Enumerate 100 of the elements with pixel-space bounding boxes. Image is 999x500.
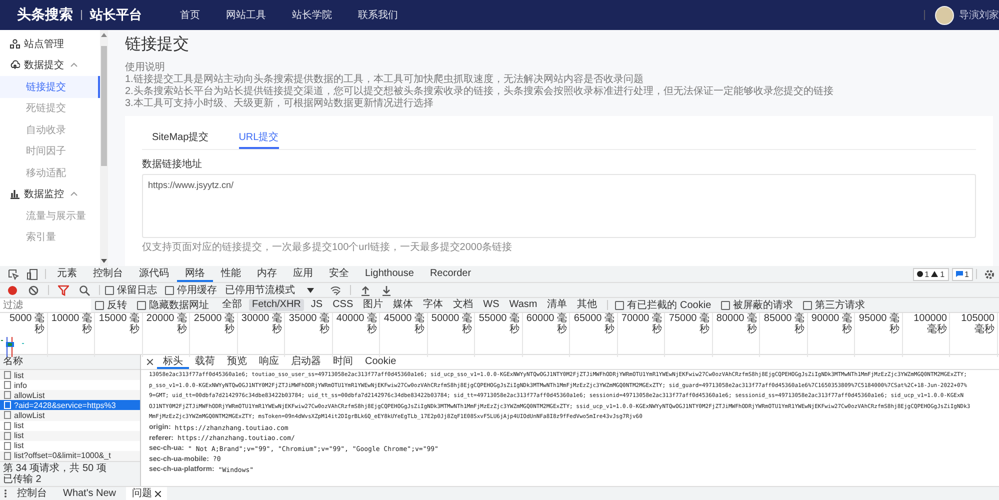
- panel-tab[interactable]: 安全: [321, 266, 357, 282]
- detail-tab[interactable]: 启动器: [285, 355, 327, 369]
- panel-tab[interactable]: 性能: [213, 266, 249, 282]
- type-filter[interactable]: Fetch/XHR: [249, 299, 304, 311]
- user-name[interactable]: 导演刘家: [959, 8, 999, 22]
- drawer-tab[interactable]: What's New: [57, 487, 122, 500]
- throttle-dropdown[interactable]: 已停用节流模式: [225, 283, 295, 297]
- help-line: 1.链接提交工具是网站主动向头条搜索提供数据的工具，本工具可加快爬虫抓取速度，无法解决网站内容是否收录问题: [125, 74, 644, 86]
- sidebar-group[interactable]: 数据提交: [0, 54, 100, 76]
- detail-tab[interactable]: Cookie: [359, 355, 402, 369]
- download-icon[interactable]: [381, 284, 392, 296]
- scroll-down-icon[interactable]: [101, 258, 107, 264]
- caret-icon[interactable]: [307, 288, 314, 292]
- bar-chart-icon: [10, 189, 20, 200]
- upload-icon[interactable]: [360, 284, 371, 296]
- panel-tab[interactable]: 控制台: [85, 266, 131, 282]
- request-row[interactable]: list: [0, 370, 140, 380]
- issues-badge[interactable]: 1 1: [912, 268, 949, 280]
- request-row[interactable]: list: [0, 440, 140, 451]
- record-button[interactable]: [7, 284, 18, 296]
- checkbox[interactable]: [105, 286, 114, 294]
- inspect-icon[interactable]: [8, 268, 19, 280]
- type-filter[interactable]: 其他: [574, 299, 600, 311]
- device-icon[interactable]: [27, 268, 38, 280]
- detail-tab[interactable]: 时间: [327, 355, 359, 369]
- drawer-tab[interactable]: 控制台: [11, 487, 53, 500]
- warning-count: 1: [940, 270, 945, 278]
- type-filter[interactable]: JS: [308, 299, 326, 311]
- help-title: 使用说明: [125, 62, 166, 74]
- request-row[interactable]: allowList: [0, 390, 140, 400]
- panel-tab[interactable]: 应用: [285, 266, 321, 282]
- time-tick: 90000 毫秒: [808, 313, 855, 357]
- time-tick: 65000 毫秒: [570, 313, 618, 357]
- type-filter[interactable]: 图片: [360, 299, 386, 311]
- type-filter[interactable]: WS: [480, 299, 502, 311]
- option-label: 反转: [107, 299, 127, 312]
- filter-input[interactable]: 过滤: [0, 298, 91, 312]
- column-header: 名称: [0, 355, 140, 370]
- nav-link[interactable]: 首页: [180, 8, 200, 22]
- request-row[interactable]: allowList: [0, 410, 140, 421]
- checkbox[interactable]: [615, 300, 624, 310]
- detail-tab[interactable]: 标头: [157, 355, 189, 369]
- type-filter[interactable]: 全部: [219, 299, 245, 311]
- search-icon[interactable]: [79, 284, 90, 296]
- nav-link[interactable]: 联系我们: [358, 8, 398, 22]
- checkbox[interactable]: [803, 300, 812, 310]
- type-filter[interactable]: 媒体: [390, 299, 416, 311]
- checkbox[interactable]: [137, 300, 146, 310]
- checkbox[interactable]: [721, 300, 730, 310]
- checkbox[interactable]: [95, 300, 104, 310]
- scroll-up-icon[interactable]: [101, 32, 107, 38]
- wifi-settings-icon[interactable]: [330, 284, 341, 296]
- type-filter[interactable]: Wasm: [506, 299, 540, 311]
- time-tick: 55000 毫秒: [475, 313, 522, 357]
- detail-tab[interactable]: 响应: [253, 355, 285, 369]
- panel-tab[interactable]: Recorder: [422, 266, 480, 282]
- panel-tab[interactable]: 内存: [249, 266, 285, 282]
- drawer-tab[interactable]: 问题: [126, 487, 168, 500]
- settings-icon[interactable]: [984, 268, 995, 280]
- request-row[interactable]: ?aid=2428&service=https%3: [0, 400, 140, 410]
- option-label: 保留日志: [117, 284, 157, 297]
- detail-tab[interactable]: 载荷: [189, 355, 221, 369]
- sidebar-item[interactable]: 链接提交: [0, 76, 100, 98]
- panel-tab[interactable]: 网络: [177, 266, 213, 282]
- filter-icon[interactable]: [58, 284, 69, 296]
- option-label: 有已拦截的 Cookie: [627, 298, 712, 312]
- sidebar-group[interactable]: 数据监控: [0, 184, 100, 205]
- detail-tab[interactable]: 预览: [221, 355, 253, 369]
- nav-link[interactable]: 网站工具: [226, 8, 266, 22]
- logo-text: 头条搜索: [17, 6, 73, 24]
- tab[interactable]: URL提交: [238, 126, 279, 149]
- request-row[interactable]: list?offset=0&limit=1000&_t: [0, 450, 140, 461]
- status-text: 第 34 项请求，共 50 项: [3, 463, 106, 474]
- type-filter[interactable]: 文档: [450, 299, 476, 311]
- error-icon: [916, 271, 923, 277]
- cloud-upload-icon: [10, 60, 20, 70]
- page-title: 链接提交: [125, 34, 190, 55]
- avatar[interactable]: [935, 6, 954, 24]
- type-filter[interactable]: 字体: [420, 299, 446, 311]
- tab[interactable]: SiteMap提交: [152, 126, 209, 149]
- request-row[interactable]: list: [0, 430, 140, 441]
- type-filter[interactable]: CSS: [330, 299, 356, 311]
- messages-badge[interactable]: 1: [952, 268, 973, 280]
- panel-tab[interactable]: Lighthouse: [357, 266, 422, 282]
- nav-link[interactable]: 站长学院: [292, 8, 332, 22]
- chevron-up-icon[interactable]: [70, 190, 78, 198]
- request-row[interactable]: list: [0, 420, 140, 431]
- sidebar-group[interactable]: 站点管理: [0, 33, 100, 54]
- request-row[interactable]: info: [0, 380, 140, 390]
- clear-icon[interactable]: [28, 284, 39, 296]
- close-icon[interactable]: [155, 490, 162, 496]
- type-filter[interactable]: 清单: [544, 299, 570, 311]
- scrollbar-thumb[interactable]: [101, 46, 107, 166]
- panel-tab[interactable]: 源代码: [131, 266, 177, 282]
- panel-tab[interactable]: 元素: [49, 266, 85, 282]
- chevron-up-icon[interactable]: [70, 61, 78, 70]
- close-icon[interactable]: [147, 359, 153, 365]
- checkbox[interactable]: [165, 286, 174, 294]
- more-icon[interactable]: [4, 489, 7, 498]
- url-textarea[interactable]: https://www.jsyytz.cn/: [142, 174, 976, 238]
